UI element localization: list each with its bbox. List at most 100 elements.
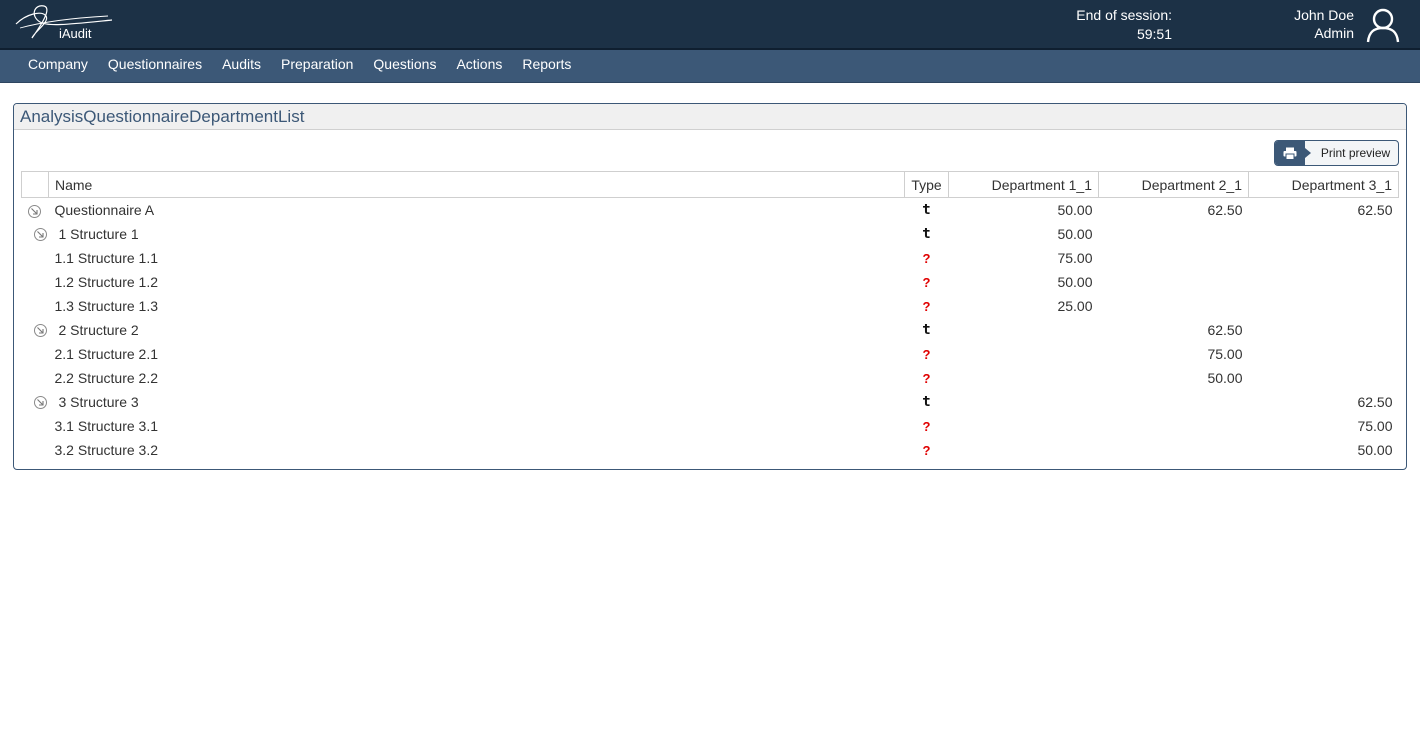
user-info: John Doe Admin [1294,6,1354,42]
department-1-value [949,342,1099,366]
table-row[interactable]: 2.2 Structure 2.2? 50.00 [22,366,1399,390]
table-row[interactable]: 1.3 Structure 1.3? 25.00 [22,294,1399,318]
row-type-cell: t [905,222,949,246]
printer-icon [1275,141,1311,165]
row-name-cell: 1.3 Structure 1.3 [49,294,905,318]
department-3-value [1249,318,1399,342]
table-row[interactable]: 3.2 Structure 3.2? 50.00 [22,438,1399,462]
nav-preparation[interactable]: Preparation [271,50,363,79]
department-1-value [949,318,1099,342]
user-role: Admin [1314,25,1354,41]
question-type-icon: ? [922,370,931,386]
row-name-cell: 1.1 Structure 1.1 [49,246,905,270]
row-name: 3 Structure 3 [58,393,139,410]
collapse-toggle-icon[interactable] [27,204,41,218]
panel-title: AnalysisQuestionnaireDepartmentList [14,104,1406,130]
nav-questions[interactable]: Questions [363,50,446,79]
row-name-cell: 1.2 Structure 1.2 [49,270,905,294]
row-type-cell: t [905,198,949,222]
question-type-icon: ? [922,250,931,266]
header-expander [21,171,49,198]
nav-reports[interactable]: Reports [512,50,581,79]
collapse-toggle-icon[interactable] [33,396,47,410]
department-1-value: 25.00 [1057,297,1093,314]
table-row[interactable]: 3 Structure 3 t 62.50 [22,390,1399,414]
row-expander-cell [22,414,49,438]
total-type-icon: t [922,394,931,410]
department-2-value [1099,294,1249,318]
header-department-2[interactable]: Department 2_1 [1098,171,1249,198]
table-header-row: Name Type Department 1_1 Department 2_1 … [21,171,1399,198]
session-time: 59:51 [1136,26,1172,42]
department-1-value [949,366,1099,390]
total-type-icon: t [922,226,931,242]
table-row[interactable]: 2.1 Structure 2.1? 75.00 [22,342,1399,366]
row-name-cell: 1 Structure 1 [33,222,905,246]
department-3-value [1249,294,1399,318]
question-type-icon: ? [922,274,931,290]
analysis-table: Name Type Department 1_1 Department 2_1 … [21,171,1399,462]
row-name: 1.1 Structure 1.1 [54,249,159,266]
question-type-icon: ? [922,346,931,362]
table-row[interactable]: 3.1 Structure 3.1? 75.00 [22,414,1399,438]
department-2-value [1099,438,1249,462]
row-type-cell: ? [905,342,949,366]
table-row[interactable]: 1 Structure 1 t 50.00 [22,222,1399,246]
department-2-value: 62.50 [1207,201,1243,218]
row-type-cell: ? [905,438,949,462]
table-row[interactable]: 1.2 Structure 1.2? 50.00 [22,270,1399,294]
row-name: 2.1 Structure 2.1 [54,345,159,362]
department-3-value [1249,342,1399,366]
department-2-value [1099,414,1249,438]
row-name-cell: 2.2 Structure 2.2 [49,366,905,390]
nav-actions[interactable]: Actions [446,50,512,79]
collapse-toggle-icon[interactable] [33,324,47,338]
nav-audits[interactable]: Audits [212,50,271,79]
row-name-cell: 3.1 Structure 3.1 [49,414,905,438]
question-type-icon: ? [922,442,931,458]
collapse-toggle-icon[interactable] [33,228,47,242]
department-1-value [949,414,1099,438]
row-type-cell: ? [905,414,949,438]
total-type-icon: t [922,202,931,219]
row-expander-cell [22,294,49,318]
row-name-cell: 3 Structure 3 [33,390,905,414]
department-2-value [1099,246,1249,270]
header-type[interactable]: Type [904,171,949,198]
department-1-value: 50.00 [1057,225,1093,242]
table-row[interactable]: 2 Structure 2 t 62.50 [22,318,1399,342]
row-name: 1.3 Structure 1.3 [54,297,159,314]
row-name: 2 Structure 2 [58,321,139,338]
user-avatar-icon[interactable] [1365,7,1401,43]
table-body: Questionnaire A t 50.00 62.50 62.50 1 Structu… [22,198,1399,462]
nav-questionnaires[interactable]: Questionnaires [98,50,212,79]
iaudit-logo[interactable]: iAudit [12,2,122,46]
main-nav: Company Questionnaires Audits Preparatio… [0,48,1420,83]
user-name: John Doe [1294,7,1354,23]
table-row[interactable]: Questionnaire A t 50.00 62.50 62.50 [22,198,1399,222]
row-expander-cell [22,198,49,222]
header-name[interactable]: Name [48,171,905,198]
print-preview-button[interactable]: Print preview [1274,140,1399,166]
header-department-3[interactable]: Department 3_1 [1248,171,1399,198]
session-label: End of session: [1076,7,1172,23]
row-name-cell: 2 Structure 2 [33,318,905,342]
row-name-cell: 3.2 Structure 3.2 [49,438,905,462]
row-type-cell: ? [905,366,949,390]
table-row[interactable]: 1.1 Structure 1.1? 75.00 [22,246,1399,270]
row-name: 2.2 Structure 2.2 [54,369,159,386]
print-preview-label: Print preview [1320,146,1391,160]
row-type-cell: ? [905,270,949,294]
analysis-panel: AnalysisQuestionnaireDepartmentList Prin… [13,103,1407,470]
row-expander-cell [22,438,49,462]
row-type-cell: ? [905,294,949,318]
department-3-value [1249,222,1399,246]
header-department-1[interactable]: Department 1_1 [948,171,1099,198]
department-2-value [1099,390,1249,414]
department-3-value [1249,366,1399,390]
row-name: 1 Structure 1 [58,225,139,242]
nav-company[interactable]: Company [18,50,98,79]
department-1-value: 50.00 [1057,273,1093,290]
department-3-value: 62.50 [1357,201,1393,218]
total-type-icon: t [922,322,931,338]
